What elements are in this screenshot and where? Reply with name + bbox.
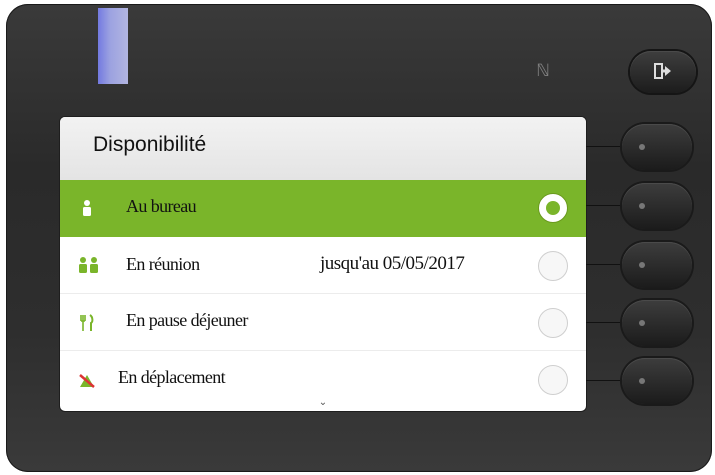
meeting-people-icon bbox=[79, 257, 98, 273]
exit-arrow-icon bbox=[654, 63, 671, 79]
list-item-label: En déplacement bbox=[118, 367, 226, 387]
key-connector bbox=[586, 146, 624, 147]
radio-unselected[interactable] bbox=[538, 251, 568, 281]
radio-unselected[interactable] bbox=[538, 365, 568, 395]
display-screen: Disponibilité Au bureau En réunion jusqu… bbox=[59, 116, 587, 412]
title-bar: Disponibilité bbox=[60, 117, 586, 180]
line-key-1[interactable] bbox=[622, 124, 692, 170]
person-icon bbox=[83, 200, 91, 216]
chevron-down-icon: ⌄ bbox=[318, 397, 328, 408]
nfc-icon: ℕ bbox=[536, 61, 550, 81]
radio-selected[interactable] bbox=[538, 193, 568, 223]
line-key-5[interactable] bbox=[622, 358, 692, 404]
key-connector bbox=[586, 322, 624, 323]
list-item-label: En réunion bbox=[126, 254, 200, 274]
key-connector bbox=[586, 264, 624, 265]
list-item-label: Au bureau bbox=[126, 196, 197, 216]
list-item-en-reunion[interactable]: En réunion jusqu'au 05/05/2017 bbox=[60, 237, 586, 294]
list-item-en-pause-dejeuner[interactable]: En pause déjeuner bbox=[60, 294, 586, 351]
list-item-au-bureau[interactable]: Au bureau bbox=[60, 180, 586, 237]
key-connector bbox=[586, 380, 624, 381]
list-item-until: jusqu'au 05/05/2017 bbox=[320, 253, 465, 274]
fork-knife-icon bbox=[80, 314, 94, 331]
key-connector bbox=[586, 205, 624, 206]
page-title: Disponibilité bbox=[93, 133, 207, 156]
line-key-4[interactable] bbox=[622, 300, 692, 346]
status-led bbox=[98, 8, 128, 84]
travel-icon bbox=[79, 374, 95, 388]
line-key-3[interactable] bbox=[622, 242, 692, 288]
line-key-2[interactable] bbox=[622, 183, 692, 229]
list-item-label: En pause déjeuner bbox=[126, 310, 248, 330]
exit-button[interactable] bbox=[630, 51, 696, 93]
radio-unselected[interactable] bbox=[538, 308, 568, 338]
